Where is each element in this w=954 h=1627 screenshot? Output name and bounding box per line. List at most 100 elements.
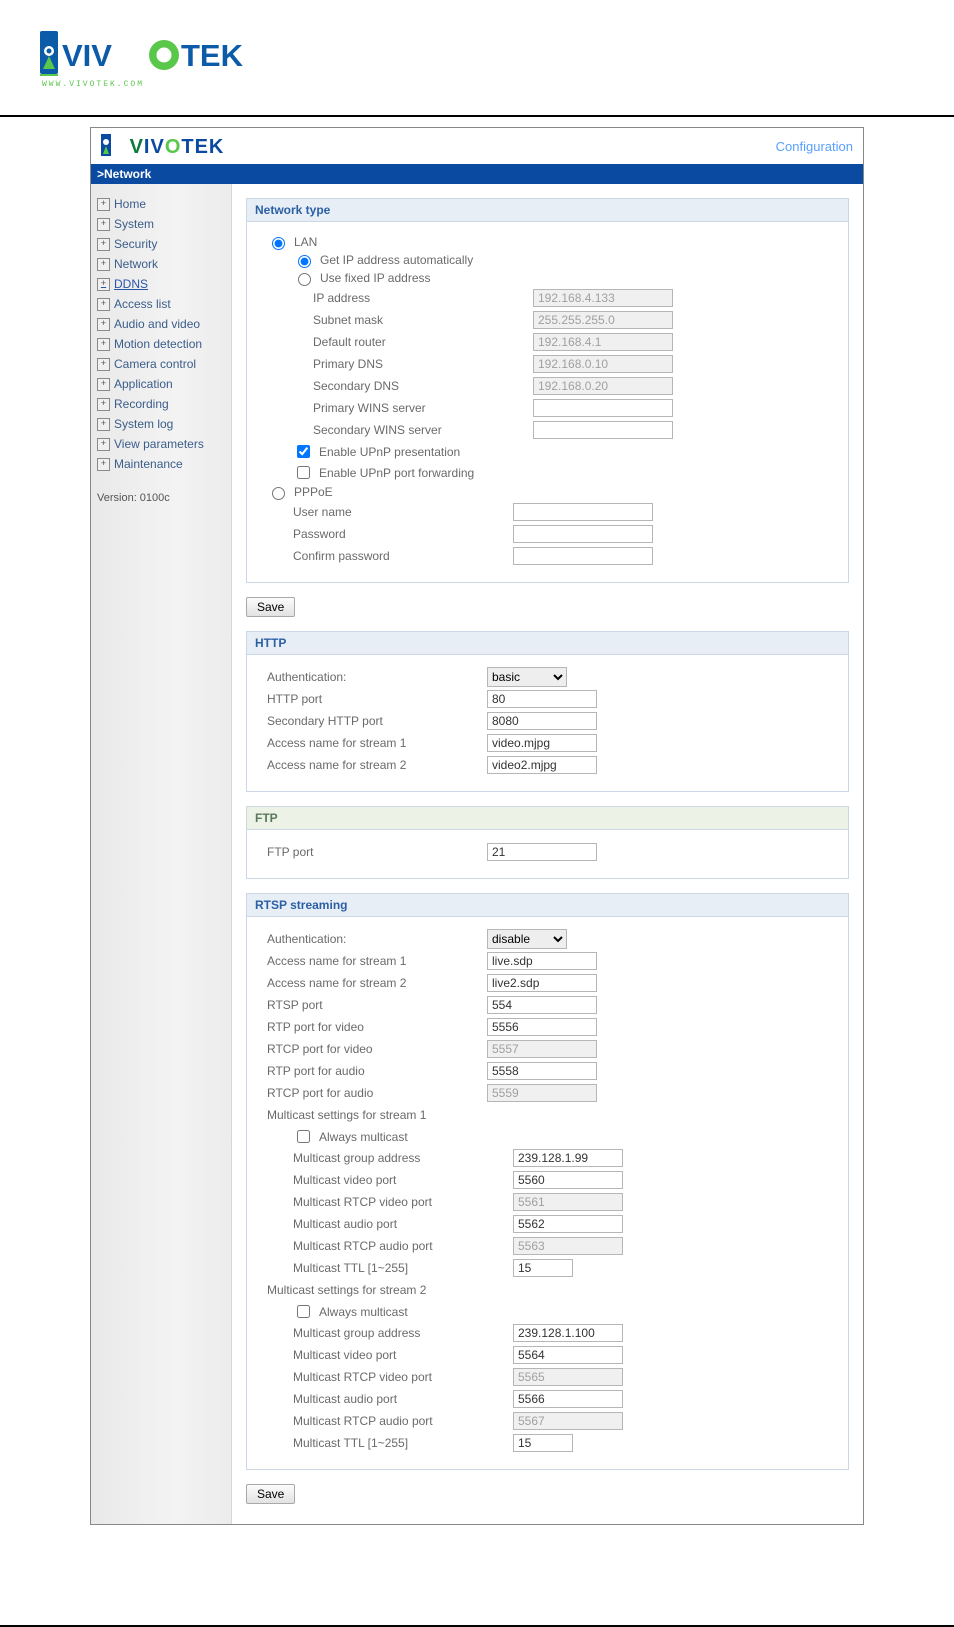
primary-wins-label: Primary WINS server bbox=[267, 401, 533, 415]
expand-icon: + bbox=[97, 298, 110, 311]
mcast1-always-checkbox[interactable] bbox=[297, 1130, 310, 1143]
mcast2-rtcp-video-input[interactable] bbox=[513, 1368, 623, 1386]
secondary-dns-input[interactable] bbox=[533, 377, 673, 395]
vivotek-logo-header: VIV TEK WWW.VIVOTEK.COM bbox=[0, 0, 954, 115]
upnp-present-row: Enable UPnP presentation bbox=[267, 442, 836, 461]
sidebar-item-maintenance[interactable]: +Maintenance bbox=[91, 454, 231, 474]
user-name-input[interactable] bbox=[513, 503, 653, 521]
sidebar-item-system-log[interactable]: +System log bbox=[91, 414, 231, 434]
brand-icon bbox=[101, 134, 123, 156]
mcast2-video-label: Multicast video port bbox=[267, 1348, 513, 1362]
expand-icon: + bbox=[97, 418, 110, 431]
lan-radio[interactable] bbox=[272, 237, 285, 250]
mcast1-title: Multicast settings for stream 1 bbox=[267, 1108, 487, 1122]
mcast2-audio-label: Multicast audio port bbox=[267, 1392, 513, 1406]
confirm-password-input[interactable] bbox=[513, 547, 653, 565]
mcast1-video-input[interactable] bbox=[513, 1171, 623, 1189]
ftp-port-label: FTP port bbox=[267, 845, 487, 859]
user-name-label: User name bbox=[267, 505, 513, 519]
mcast2-always-label: Always multicast bbox=[319, 1305, 408, 1319]
version-label: Version: 0100c bbox=[91, 474, 231, 522]
section-network-type: Network type LAN Get IP address automati… bbox=[246, 198, 849, 583]
rtsp-auth-select[interactable]: disable bbox=[487, 929, 567, 949]
sidebar-item-camera-control[interactable]: +Camera control bbox=[91, 354, 231, 374]
rtsp-port-input[interactable] bbox=[487, 996, 597, 1014]
sidebar-item-ddns[interactable]: +DDNS bbox=[91, 274, 231, 294]
rtsp-stream1-input[interactable] bbox=[487, 952, 597, 970]
rtcp-audio-input[interactable] bbox=[487, 1084, 597, 1102]
section-title: FTP bbox=[247, 807, 848, 830]
password-input[interactable] bbox=[513, 525, 653, 543]
sidebar-item-audio-video[interactable]: +Audio and video bbox=[91, 314, 231, 334]
mcast2-audio-input[interactable] bbox=[513, 1390, 623, 1408]
mcast1-audio-input[interactable] bbox=[513, 1215, 623, 1233]
save-rtsp-button[interactable]: Save bbox=[246, 1484, 295, 1504]
section-rtsp: RTSP streaming Authentication: disable A… bbox=[246, 893, 849, 1470]
upnp-present-checkbox[interactable] bbox=[297, 445, 310, 458]
rtsp-stream2-label: Access name for stream 2 bbox=[267, 976, 487, 990]
pppoe-label: PPPoE bbox=[294, 485, 333, 499]
mcast1-always-label: Always multicast bbox=[319, 1130, 408, 1144]
sidebar-item-recording[interactable]: +Recording bbox=[91, 394, 231, 414]
rtp-audio-label: RTP port for audio bbox=[267, 1064, 487, 1078]
secondary-dns-label: Secondary DNS bbox=[267, 379, 533, 393]
mcast1-rtcp-video-input[interactable] bbox=[513, 1193, 623, 1211]
fixed-ip-radio[interactable] bbox=[298, 273, 311, 286]
http-sec-port-input[interactable] bbox=[487, 712, 597, 730]
lan-label: LAN bbox=[294, 235, 317, 249]
mcast2-rtcp-audio-input[interactable] bbox=[513, 1412, 623, 1430]
http-port-label: HTTP port bbox=[267, 692, 487, 706]
mcast1-group-input[interactable] bbox=[513, 1149, 623, 1167]
rtp-audio-input[interactable] bbox=[487, 1062, 597, 1080]
section-http: HTTP Authentication: basic HTTP port Sec… bbox=[246, 631, 849, 792]
sidebar-item-label: Application bbox=[114, 377, 173, 391]
primary-wins-input[interactable] bbox=[533, 399, 673, 417]
brand-o: O bbox=[165, 136, 182, 158]
ip-address-input[interactable] bbox=[533, 289, 673, 307]
get-ip-radio[interactable] bbox=[298, 255, 311, 268]
upnp-forward-checkbox[interactable] bbox=[297, 466, 310, 479]
sidebar-item-view-parameters[interactable]: +View parameters bbox=[91, 434, 231, 454]
http-stream1-input[interactable] bbox=[487, 734, 597, 752]
app-header: VIVOTEK Configuration bbox=[91, 128, 863, 164]
rtp-video-input[interactable] bbox=[487, 1018, 597, 1036]
rtcp-video-label: RTCP port for video bbox=[267, 1042, 487, 1056]
http-port-input[interactable] bbox=[487, 690, 597, 708]
expand-icon: + bbox=[97, 278, 110, 291]
http-stream2-input[interactable] bbox=[487, 756, 597, 774]
upnp-forward-label: Enable UPnP port forwarding bbox=[319, 466, 474, 480]
sidebar-item-access-list[interactable]: +Access list bbox=[91, 294, 231, 314]
breadcrumb-bar: >Network bbox=[91, 164, 863, 184]
sidebar-item-motion-detection[interactable]: +Motion detection bbox=[91, 334, 231, 354]
sidebar-item-security[interactable]: +Security bbox=[91, 234, 231, 254]
secondary-wins-input[interactable] bbox=[533, 421, 673, 439]
subnet-mask-input[interactable] bbox=[533, 311, 673, 329]
mcast2-always-checkbox[interactable] bbox=[297, 1305, 310, 1318]
rtcp-video-input[interactable] bbox=[487, 1040, 597, 1058]
sidebar-item-application[interactable]: +Application bbox=[91, 374, 231, 394]
mcast2-ttl-input[interactable] bbox=[513, 1434, 573, 1452]
section-title: HTTP bbox=[247, 632, 848, 655]
sidebar-item-network[interactable]: +Network bbox=[91, 254, 231, 274]
upnp-present-label: Enable UPnP presentation bbox=[319, 445, 460, 459]
configuration-link[interactable]: Configuration bbox=[776, 139, 853, 154]
app-frame: VIVOTEK Configuration >Network +Home +Sy… bbox=[90, 127, 864, 1525]
sidebar-item-system[interactable]: +System bbox=[91, 214, 231, 234]
mcast2-group-input[interactable] bbox=[513, 1324, 623, 1342]
mcast2-video-input[interactable] bbox=[513, 1346, 623, 1364]
save-network-button[interactable]: Save bbox=[246, 597, 295, 617]
pppoe-radio[interactable] bbox=[272, 487, 285, 500]
ftp-port-input[interactable] bbox=[487, 843, 597, 861]
secondary-wins-label: Secondary WINS server bbox=[267, 423, 533, 437]
mcast1-rtcp-audio-input[interactable] bbox=[513, 1237, 623, 1255]
mcast1-rtcp-video-label: Multicast RTCP video port bbox=[267, 1195, 513, 1209]
fixed-ip-radio-row: Use fixed IP address bbox=[267, 270, 836, 286]
http-auth-select[interactable]: basic bbox=[487, 667, 567, 687]
sidebar-item-home[interactable]: +Home bbox=[91, 194, 231, 214]
rtsp-stream2-input[interactable] bbox=[487, 974, 597, 992]
mcast1-ttl-input[interactable] bbox=[513, 1259, 573, 1277]
default-router-input[interactable] bbox=[533, 333, 673, 351]
primary-dns-input[interactable] bbox=[533, 355, 673, 373]
vivotek-logo-icon: VIV TEK WWW.VIVOTEK.COM bbox=[40, 30, 270, 92]
top-divider bbox=[0, 115, 954, 117]
